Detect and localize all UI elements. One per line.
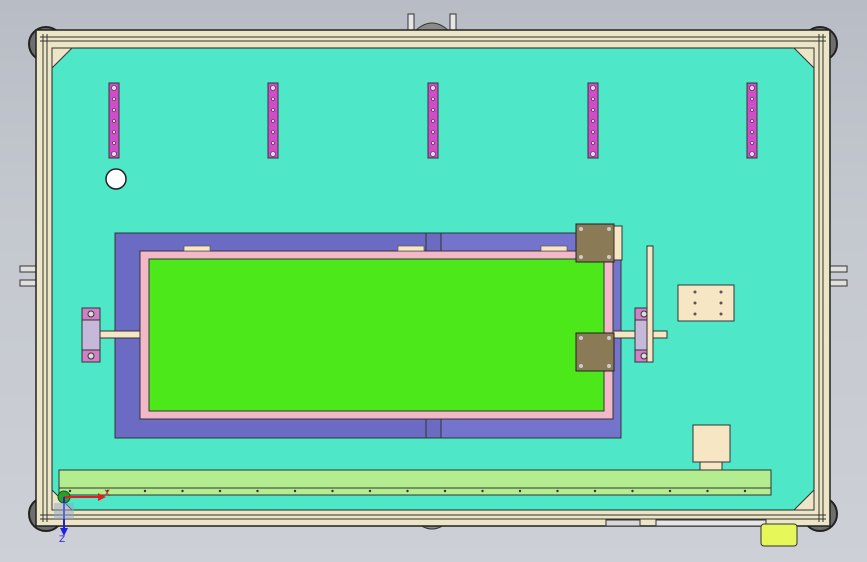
vertical-bracket [427,82,439,159]
green-panel [148,258,605,412]
vertical-bracket [108,82,120,159]
axis-z-label: Z [59,535,65,545]
hole-marker-icon [105,168,127,190]
bottom-details [605,519,798,547]
vertical-bracket [746,82,758,159]
bottom-rail [58,469,772,496]
vertical-bracket [267,82,279,159]
axis-x-label: X [104,489,110,499]
mounting-plate [677,284,735,322]
motor-block-bottom [575,332,615,372]
vertical-bracket [587,82,599,159]
yellow-part [760,523,798,547]
cad-viewport[interactable]: X Z [0,0,867,562]
motor-block-top [575,223,623,263]
